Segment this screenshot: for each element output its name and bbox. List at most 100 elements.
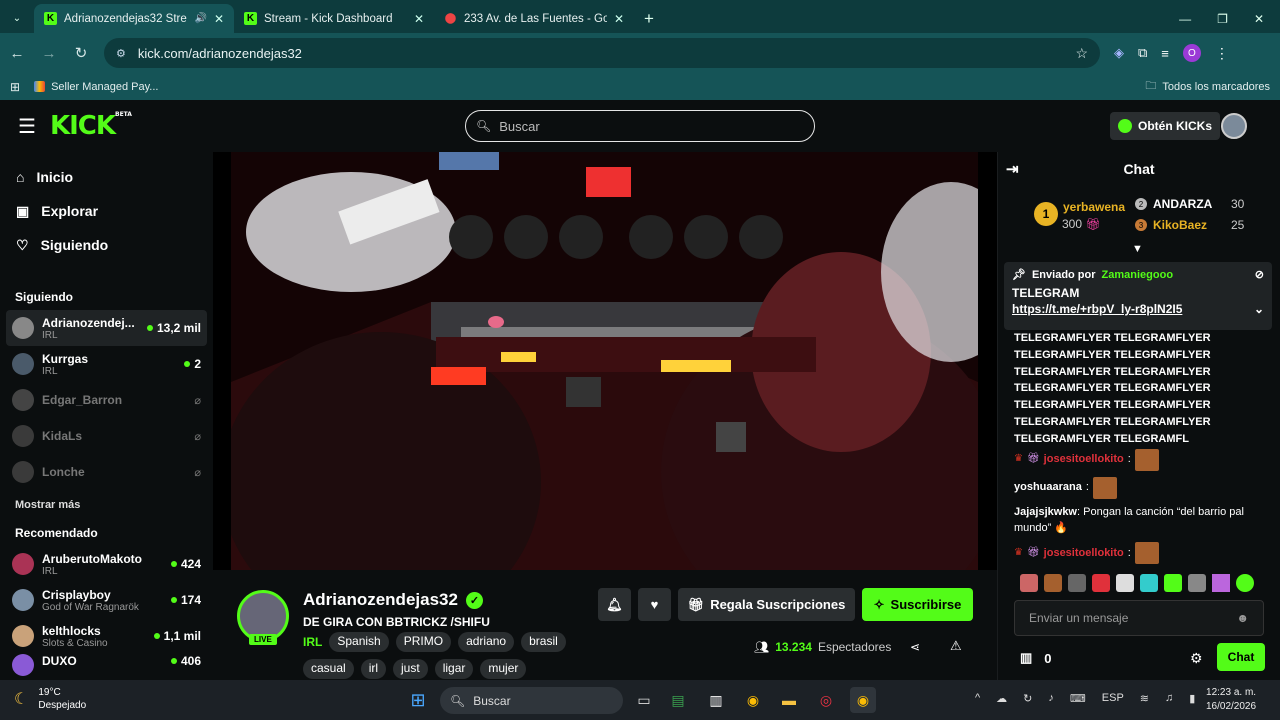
emote-icon[interactable] bbox=[1236, 574, 1254, 592]
extension-icon[interactable]: ◈ bbox=[1114, 45, 1124, 61]
channel-name-heading[interactable]: Adrianozendejas32 ✓ bbox=[303, 590, 483, 610]
following-channel[interactable]: Edgar_Barron ⌀ bbox=[0, 382, 213, 418]
following-channel[interactable]: Adrianozendej... IRL 13,2 mil bbox=[6, 310, 207, 346]
show-more-link[interactable]: Mostrar más bbox=[0, 494, 213, 516]
following-channel[interactable]: Kurrgas IRL 2 bbox=[0, 346, 213, 382]
excel-icon[interactable]: ▤ bbox=[665, 687, 691, 713]
language-indicator[interactable]: ESP bbox=[1102, 692, 1124, 705]
minimize-icon[interactable]: — bbox=[1179, 12, 1191, 26]
chrome-profile-icon[interactable]: ◉ bbox=[850, 687, 876, 713]
site-info-icon[interactable]: ⚙ bbox=[116, 47, 126, 60]
star-icon[interactable]: ☆ bbox=[1075, 45, 1088, 62]
audio-icon[interactable]: 🔊 bbox=[194, 13, 206, 24]
follow-button[interactable]: ♥ bbox=[638, 588, 671, 621]
bookmark-item[interactable]: Seller Managed Pay... bbox=[34, 81, 158, 93]
report-icon[interactable]: ⚠ bbox=[950, 638, 962, 654]
clock[interactable]: 12:23 a. m. 16/02/2026 bbox=[1206, 686, 1256, 714]
file-explorer-icon[interactable]: ▬ bbox=[776, 687, 802, 713]
close-icon[interactable]: ✕ bbox=[614, 12, 624, 26]
volume-icon[interactable]: ♫ bbox=[1165, 692, 1173, 705]
emote-icon[interactable] bbox=[1044, 574, 1062, 592]
obs-icon[interactable]: ◎ bbox=[813, 687, 839, 713]
chat-username[interactable]: josesitoellokito bbox=[1044, 545, 1124, 562]
all-bookmarks[interactable]: 🗀 Todos los marcadores bbox=[1145, 77, 1270, 96]
sidebar-item-explore[interactable]: ▣ Explorar bbox=[0, 194, 213, 228]
emote-icon[interactable] bbox=[1068, 574, 1086, 592]
leader-name[interactable]: KikoBaez bbox=[1153, 218, 1207, 232]
user-avatar[interactable] bbox=[1221, 113, 1247, 139]
tag[interactable]: adriano bbox=[458, 632, 515, 652]
emote-icon[interactable] bbox=[1188, 574, 1206, 592]
tab-stream[interactable]: K Adrianozendejas32 Stream 🔊 ✕ bbox=[34, 4, 234, 33]
maximize-icon[interactable]: ❐ bbox=[1217, 12, 1228, 26]
emote-icon[interactable] bbox=[1140, 574, 1158, 592]
menu-dots-icon[interactable]: ⋮ bbox=[1215, 45, 1229, 62]
close-icon[interactable]: ✕ bbox=[214, 12, 224, 26]
recommended-channel[interactable]: AruberutoMakoto IRL 424 bbox=[0, 546, 213, 582]
leader-name[interactable]: yerbawena bbox=[1063, 200, 1125, 214]
following-channel[interactable]: Lonche ⌀ bbox=[0, 454, 213, 490]
onedrive-icon[interactable]: ☁ bbox=[996, 692, 1007, 705]
media-icon[interactable]: ≡ bbox=[1161, 46, 1169, 61]
chat-username[interactable]: Jajajsjkwkw bbox=[1014, 506, 1077, 518]
chat-username[interactable]: yoshuaarana bbox=[1014, 479, 1082, 496]
tab-dashboard[interactable]: K Stream - Kick Dashboard ✕ bbox=[234, 4, 434, 33]
chat-filter-icon[interactable]: ▼ bbox=[1132, 243, 1143, 255]
kicks-balance[interactable]: ▥ 0 bbox=[1020, 650, 1052, 666]
puzzle-icon[interactable]: ⧉ bbox=[1138, 45, 1147, 61]
collapse-chat-icon[interactable]: ⇥ bbox=[1006, 160, 1019, 178]
tag[interactable]: irl bbox=[360, 659, 387, 679]
back-icon[interactable]: ← bbox=[8, 45, 26, 62]
notification-button[interactable]: 🔔︎ bbox=[598, 588, 631, 621]
kick-logo[interactable]: KICKBETA bbox=[50, 111, 132, 141]
tag[interactable]: Spanish bbox=[329, 632, 389, 652]
pinned-link[interactable]: https://t.me/+rbpV_ly-r8plN2I5 bbox=[1012, 302, 1182, 316]
search-input[interactable]: 🔍︎ Buscar bbox=[465, 110, 815, 142]
hide-icon[interactable]: ⊘ bbox=[1255, 268, 1264, 281]
tag[interactable]: brasil bbox=[521, 632, 566, 652]
tab-search-icon[interactable]: ⌄ bbox=[0, 4, 34, 33]
tag[interactable]: mujer bbox=[480, 659, 527, 679]
chrome-icon[interactable]: ◉ bbox=[740, 687, 766, 713]
new-tab-button[interactable]: + bbox=[634, 4, 664, 33]
share-icon[interactable]: ⋖ bbox=[910, 640, 920, 654]
leader-name[interactable]: ANDARZA bbox=[1153, 197, 1212, 211]
gift-subs-button[interactable]: 🎁︎ Regala Suscripciones bbox=[678, 588, 855, 621]
chat-username[interactable]: josesitoellokito bbox=[1044, 451, 1124, 468]
hamburger-menu-icon[interactable]: ☰ bbox=[18, 114, 36, 139]
keyboard-icon[interactable]: ⌨ bbox=[1070, 692, 1086, 705]
recommended-channel[interactable]: DUXO 406 bbox=[0, 654, 213, 676]
emote-icon[interactable] bbox=[1116, 574, 1134, 592]
sync-icon[interactable]: ↻ bbox=[1023, 692, 1032, 705]
forward-icon[interactable]: → bbox=[40, 45, 58, 62]
emote-icon[interactable] bbox=[1020, 574, 1038, 592]
chevron-down-icon[interactable]: ⌄ bbox=[1254, 302, 1264, 316]
tab-maps[interactable]: ⬤ 233 Av. de Las Fuentes - Googl ✕ bbox=[434, 4, 634, 33]
video-player[interactable] bbox=[231, 152, 978, 570]
reload-icon[interactable]: ↻ bbox=[72, 44, 90, 62]
recommended-channel[interactable]: kelthlocks Slots & Casino 1,1 mil bbox=[0, 618, 213, 654]
emote-icon[interactable] bbox=[1164, 574, 1182, 592]
taskbar-search[interactable]: 🔍︎ Buscar bbox=[440, 687, 623, 714]
send-chat-button[interactable]: Chat bbox=[1217, 643, 1265, 671]
tag[interactable]: casual bbox=[303, 659, 354, 679]
chevron-up-icon[interactable]: ^ bbox=[975, 692, 980, 705]
tag[interactable]: just bbox=[393, 659, 428, 679]
microphone-icon[interactable]: ♪ bbox=[1048, 692, 1054, 705]
close-icon[interactable]: ✕ bbox=[414, 12, 424, 26]
settings-gear-icon[interactable]: ⚙ bbox=[1190, 650, 1203, 667]
url-input[interactable]: ⚙ kick.com/adrianozendejas32 ☆ bbox=[104, 38, 1100, 68]
pinned-user[interactable]: Zamaniegooo bbox=[1102, 269, 1174, 281]
chat-input[interactable]: Enviar un mensaje ☻ bbox=[1014, 600, 1264, 636]
wifi-icon[interactable]: ≋ bbox=[1140, 692, 1149, 705]
emote-icon[interactable] bbox=[1092, 574, 1110, 592]
tag[interactable]: ligar bbox=[434, 659, 474, 679]
get-kicks-button[interactable]: Obtén KICKs bbox=[1110, 112, 1221, 140]
close-window-icon[interactable]: ✕ bbox=[1254, 12, 1264, 26]
apps-grid-icon[interactable]: ⊞ bbox=[10, 80, 20, 94]
task-view-icon[interactable]: ▭ bbox=[631, 687, 657, 713]
weather-widget[interactable]: ☾ 19°C Despejado bbox=[14, 686, 86, 712]
category-link[interactable]: IRL bbox=[303, 633, 322, 651]
battery-icon[interactable]: ▮ bbox=[1189, 692, 1195, 705]
subscribe-button[interactable]: ✧ Suscribirse bbox=[862, 588, 973, 621]
